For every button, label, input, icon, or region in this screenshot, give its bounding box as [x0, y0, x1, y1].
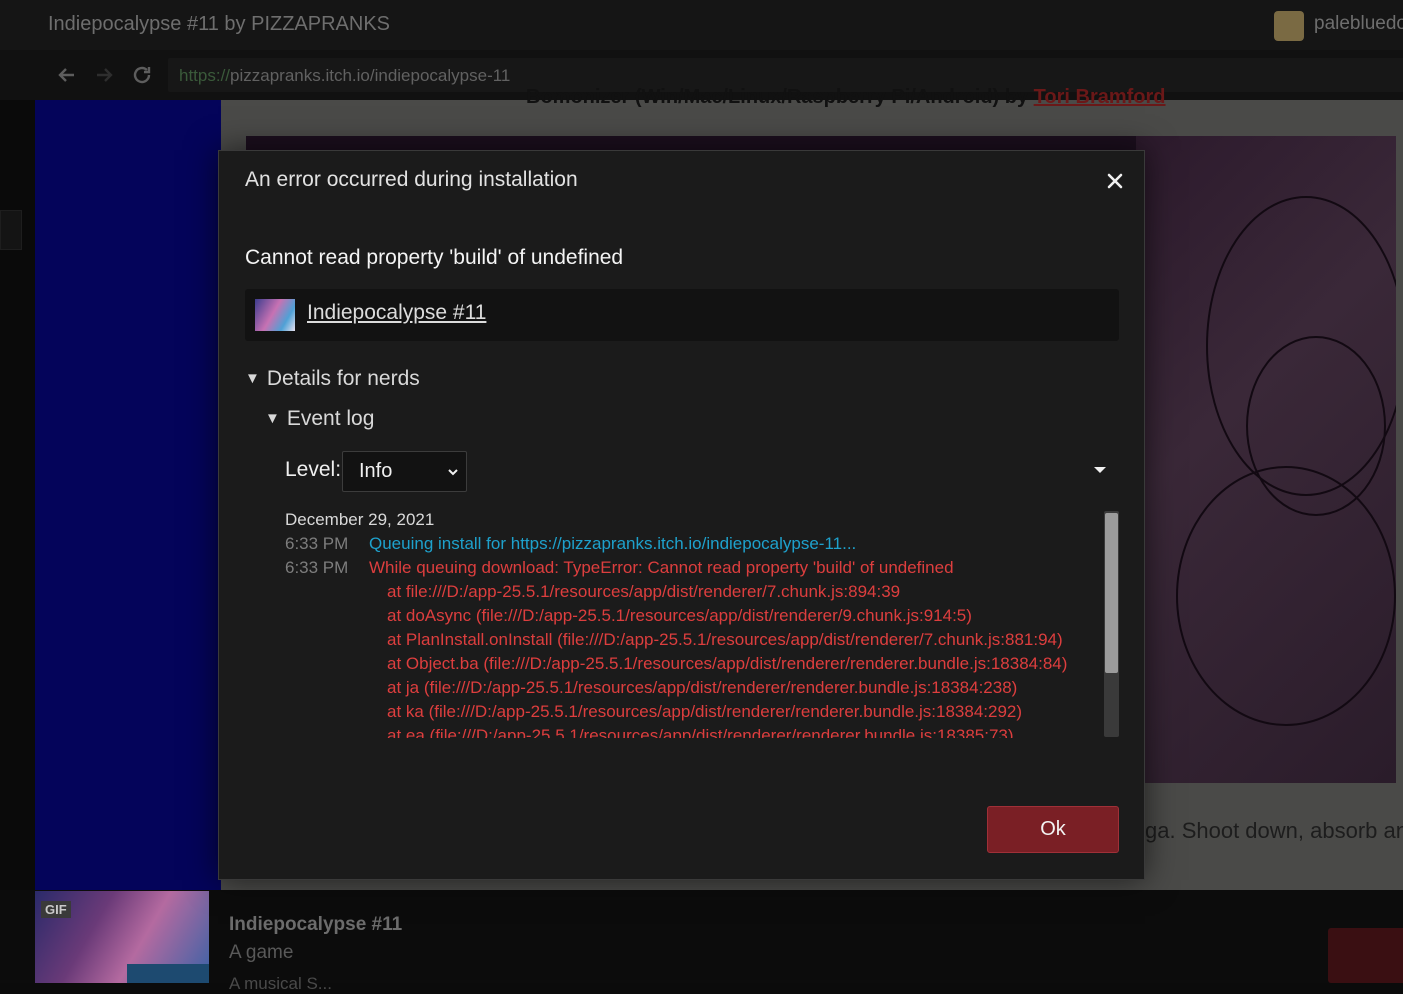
left-rail: [0, 100, 35, 890]
gif-badge: GIF: [41, 901, 71, 918]
error-message: Cannot read property 'build' of undefine…: [245, 246, 624, 269]
details-for-nerds-toggle[interactable]: ▼ Details for nerds: [245, 367, 420, 391]
url-text: https://pizzapranks.itch.io/indiepocalyp…: [179, 66, 511, 85]
stack-trace-line: at ka (file:///D:/app-25.5.1/resources/a…: [387, 702, 1023, 721]
caret-down-icon: ▼: [265, 410, 280, 427]
stack-trace-line: at ea (file:///D:/app-25.5.1/resources/a…: [387, 726, 1014, 738]
log-scrollbar[interactable]: [1104, 511, 1119, 737]
reload-icon[interactable]: [130, 63, 154, 87]
error-dialog: An error occurred during installation Ca…: [218, 150, 1145, 880]
arrow-left-icon[interactable]: [55, 63, 79, 87]
stack-trace-line: at doAsync (file:///D:/app-25.5.1/resour…: [387, 606, 972, 625]
page-description: ga. Shoot down, absorb and: [1145, 818, 1403, 843]
stack-trace-line: at file:///D:/app-25.5.1/resources/app/d…: [387, 582, 901, 601]
scrollbar-thumb[interactable]: [1105, 513, 1118, 673]
game-thumbnail[interactable]: GIF: [35, 891, 209, 983]
title-bar: Indiepocalypse #11 by PIZZAPRANKS palebl…: [0, 0, 1403, 50]
arrow-right-icon[interactable]: [92, 63, 116, 87]
page-heading: Bomonizer (Win/Mac/Linux/Raspberry Pi/An…: [526, 86, 1166, 108]
close-icon[interactable]: [1101, 167, 1129, 195]
stack-trace-line: at Object.ba (file:///D:/app-25.5.1/reso…: [387, 654, 1068, 673]
level-select[interactable]: Info: [342, 451, 467, 492]
log-time: 6:33 PM: [285, 558, 349, 577]
game-cover-thumbnail: [255, 299, 295, 331]
game-card: Indiepocalypse #11: [245, 289, 1119, 341]
author-link[interactable]: Tori Bramford: [1034, 86, 1166, 108]
user-name[interactable]: palebluedo: [1314, 13, 1403, 35]
log-message: Queuing install for https://pizzapranks.…: [369, 534, 857, 553]
avatar[interactable]: [1274, 11, 1304, 41]
game-subtitle: A game: [229, 942, 294, 963]
sale-badge: [127, 964, 209, 983]
log-message: While queuing download: TypeError: Canno…: [369, 558, 954, 577]
now-playing-bar: GIF Indiepocalypse #11 A game A musical …: [0, 890, 1403, 993]
install-button[interactable]: [1328, 928, 1403, 983]
event-log[interactable]: December 29, 2021 6:33 PM Queuing instal…: [285, 506, 1105, 738]
ok-button[interactable]: Ok: [987, 806, 1119, 853]
log-menu-caret-icon[interactable]: [1092, 462, 1108, 478]
dialog-title: An error occurred during installation: [245, 168, 578, 191]
log-time: 6:33 PM: [285, 534, 349, 553]
event-log-toggle[interactable]: ▼ Event log: [265, 407, 374, 431]
window-title: Indiepocalypse #11 by PIZZAPRANKS: [48, 13, 391, 35]
game-subtitle-secondary: A musical S...: [229, 974, 332, 993]
game-link[interactable]: Indiepocalypse #11: [307, 301, 486, 325]
level-label: Level:: [285, 458, 342, 481]
game-title[interactable]: Indiepocalypse #11: [229, 914, 402, 936]
stack-trace-line: at ja (file:///D:/app-25.5.1/resources/a…: [387, 678, 1018, 697]
page-side-panel: [35, 100, 221, 890]
chevron-down-icon: [446, 465, 460, 479]
log-date: December 29, 2021: [285, 510, 435, 529]
level-value: Info: [359, 460, 393, 482]
stack-trace-line: at PlanInstall.onInstall (file:///D:/app…: [387, 630, 1063, 649]
rail-tab[interactable]: [0, 210, 22, 250]
caret-down-icon: ▼: [245, 370, 260, 387]
